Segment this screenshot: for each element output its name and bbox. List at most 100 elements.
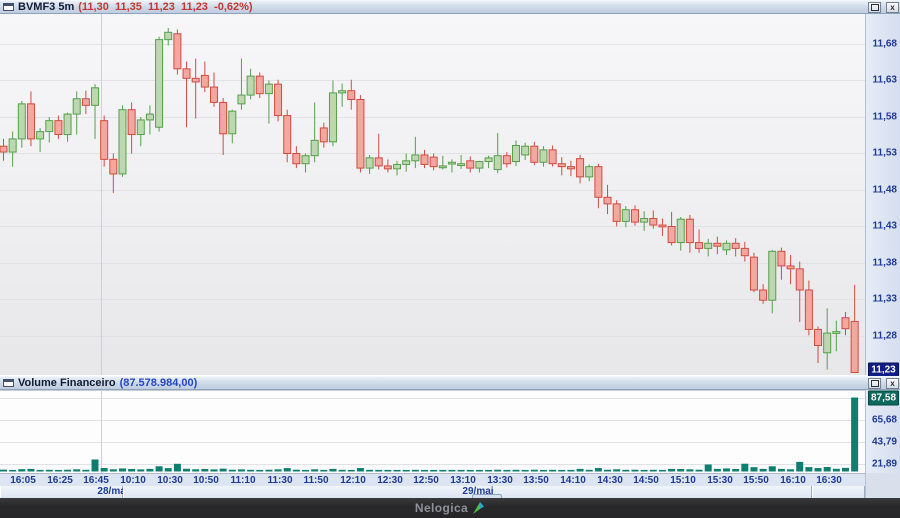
volume-bar <box>760 469 767 472</box>
volume-bar <box>210 469 217 471</box>
volume-bar <box>467 470 474 472</box>
maximize-button[interactable] <box>868 378 881 389</box>
candle-body <box>577 159 584 177</box>
volume-bar <box>741 464 748 472</box>
volume-bar <box>384 470 391 472</box>
maximize-button[interactable] <box>868 2 881 13</box>
volume-bar <box>805 467 812 471</box>
volume-bar <box>439 470 446 472</box>
volume-axis-label: 43,79 <box>872 437 897 448</box>
volume-bar <box>293 470 300 472</box>
candle-body <box>64 114 71 134</box>
candle-body <box>18 104 25 139</box>
volume-pane-titlebar[interactable]: Volume Financeiro (87.578.984,00) x <box>0 376 900 390</box>
candle-body <box>265 84 272 93</box>
candle-body <box>741 248 748 255</box>
volume-bar <box>256 470 263 472</box>
candle-body <box>824 333 831 353</box>
volume-bar <box>229 470 236 472</box>
volume-bar <box>677 469 684 472</box>
volume-bar <box>128 469 135 472</box>
main-chart-titlebar[interactable]: BVMF3 5m (11,30 11,35 11,23 11,23 -0,62%… <box>0 0 900 14</box>
candle-body <box>210 87 217 102</box>
candle-body <box>384 166 391 169</box>
candle-body <box>622 210 629 222</box>
candle-body <box>760 290 767 300</box>
volume-bar <box>586 470 593 472</box>
candlestick-chart[interactable] <box>0 14 865 375</box>
candle-body <box>394 164 401 168</box>
current-volume-tag: 87,58 <box>868 391 899 406</box>
candle-body <box>650 218 657 225</box>
candle-body <box>302 156 309 164</box>
window-icon <box>3 379 14 387</box>
candle-body <box>403 161 410 165</box>
price-axis-label: 11,48 <box>873 185 897 196</box>
volume-bar <box>156 466 163 471</box>
volume-bar <box>357 468 364 471</box>
volume-bar <box>796 462 803 472</box>
volume-bar <box>37 470 44 472</box>
volume-bar <box>787 469 794 471</box>
volume-bar <box>284 468 291 471</box>
volume-bar <box>668 469 675 472</box>
volume-bar <box>101 468 108 471</box>
candle-body <box>348 91 355 100</box>
volume-bar <box>92 460 99 472</box>
candle-body <box>778 251 785 266</box>
candle-body <box>311 140 318 155</box>
maximize-icon <box>871 4 879 11</box>
candle-body <box>686 219 693 242</box>
candle-body <box>723 243 730 250</box>
maximize-icon <box>871 380 879 387</box>
candle-body <box>494 156 501 170</box>
volume-bar <box>686 469 693 471</box>
volume-bar <box>146 469 153 472</box>
volume-bar <box>522 470 529 472</box>
volume-bar <box>183 469 190 472</box>
candle-body <box>128 110 135 135</box>
brand-name: Nelogica <box>415 501 468 515</box>
candle-body <box>696 243 703 249</box>
volume-axis[interactable]: 87,5865,6843,7921,89 <box>865 390 900 473</box>
candle-body <box>476 162 483 169</box>
candle-body <box>531 146 538 162</box>
candle-body <box>146 114 153 120</box>
volume-bar <box>659 470 666 472</box>
candle-body <box>247 76 254 95</box>
volume-bar <box>494 470 501 472</box>
candle-body <box>613 204 620 222</box>
volume-bar <box>540 470 547 472</box>
price-axis-label: 11,38 <box>873 258 897 269</box>
time-axis[interactable]: 16:0516:2516:4510:1010:3010:5011:1011:30… <box>0 473 865 486</box>
close-button[interactable]: x <box>886 2 899 13</box>
candle-body <box>339 91 346 93</box>
volume-bar <box>27 469 34 472</box>
volume-bar <box>275 469 282 471</box>
close-button[interactable]: x <box>886 378 899 389</box>
volume-bar <box>64 470 71 472</box>
candle-body <box>595 167 602 198</box>
candle-body <box>183 69 190 78</box>
volume-bar <box>174 464 181 472</box>
candle-body <box>513 145 520 161</box>
candle-body <box>110 159 117 174</box>
candle-body <box>174 34 181 69</box>
candle-body <box>357 99 364 168</box>
candle-body <box>329 93 336 142</box>
volume-bar <box>513 470 520 472</box>
candle-body <box>668 227 675 243</box>
volume-bar <box>302 470 309 472</box>
candle-body <box>769 251 776 300</box>
candle-body <box>284 116 291 154</box>
volume-bar <box>421 470 428 472</box>
volume-chart[interactable] <box>0 390 865 473</box>
candle-body <box>156 40 163 128</box>
candle-body <box>421 155 428 164</box>
candle-body <box>412 155 419 161</box>
price-axis[interactable]: 11,6811,6311,5811,5311,4811,4311,3811,33… <box>865 14 900 375</box>
candle-body <box>558 164 565 167</box>
volume-bar <box>55 470 62 472</box>
volume-bar <box>485 470 492 472</box>
date-row: 28/mai29/mai <box>0 486 865 498</box>
